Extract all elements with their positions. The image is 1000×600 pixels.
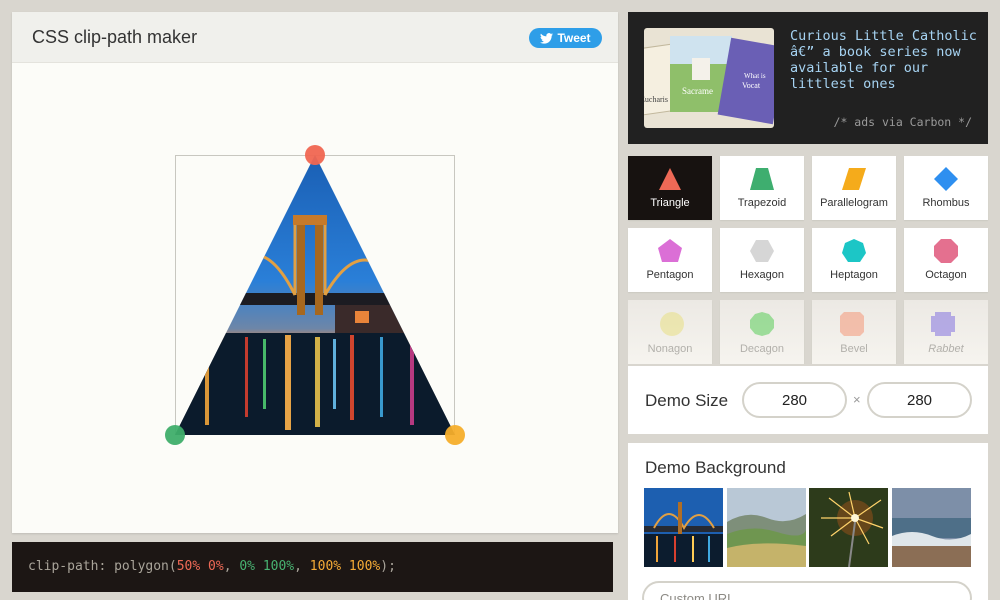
shape-rhombus[interactable]: Rhombus xyxy=(904,156,988,220)
shape-label: Bevel xyxy=(840,343,868,355)
code-separator: , xyxy=(294,559,310,574)
shape-nonagon[interactable]: Nonagon xyxy=(628,300,712,364)
ad-text[interactable]: Curious Little Catholic â€” a book serie… xyxy=(790,28,980,92)
background-sparkler-thumb[interactable] xyxy=(809,488,888,567)
shape-label: Rhombus xyxy=(922,197,970,209)
demo-background-panel: Demo Background xyxy=(628,443,988,600)
ad-book-title: Sacrame xyxy=(682,86,713,96)
demo-background-label: Demo Background xyxy=(645,458,786,477)
code-point-1: 50% 0% xyxy=(176,559,224,574)
shape-parallelogram[interactable]: Parallelogram xyxy=(812,156,896,220)
shape-label: Trapezoid xyxy=(737,197,787,209)
twitter-bird-icon xyxy=(540,32,554,44)
shape-label: Parallelogram xyxy=(820,197,888,209)
ad-book-title: Vocat xyxy=(742,81,761,90)
shape-label: Heptagon xyxy=(830,269,878,281)
editor-header: CSS clip-path maker Tweet xyxy=(12,12,618,63)
tweet-label: Tweet xyxy=(557,31,591,45)
decagon-icon xyxy=(750,312,774,336)
height-input[interactable] xyxy=(867,382,972,418)
parallelogram-icon xyxy=(842,168,866,190)
triangle-icon xyxy=(659,168,681,190)
shape-decagon[interactable]: Decagon xyxy=(720,300,804,364)
code-separator: , xyxy=(223,559,240,574)
shape-rabbet[interactable]: Rabbet xyxy=(904,300,988,364)
pentagon-icon xyxy=(658,239,682,262)
shape-label: Triangle xyxy=(650,197,690,209)
code-property: clip-path: polygon( xyxy=(28,559,177,574)
shape-label: Decagon xyxy=(739,343,785,355)
code-end: ); xyxy=(380,559,396,574)
shape-trapezoid[interactable]: Trapezoid xyxy=(720,156,804,220)
background-hills-thumb[interactable] xyxy=(727,488,806,567)
clip-path-code[interactable]: clip-path: polygon(50% 0%, 0% 100%, 100%… xyxy=(12,542,613,592)
custom-url-input[interactable] xyxy=(642,581,972,600)
code-point-3: 100% 100% xyxy=(309,559,381,574)
shape-row-scroll: Nonagon Decagon Bevel Rabbet xyxy=(628,300,988,364)
rabbet-icon xyxy=(931,312,955,336)
handle-top[interactable] xyxy=(305,145,325,165)
carbon-ad[interactable]: Sacrame Eucharis Vocat What is Curious L… xyxy=(628,12,988,144)
shape-pentagon[interactable]: Pentagon xyxy=(628,228,712,292)
ad-credit[interactable]: /* ads via Carbon */ xyxy=(834,115,972,129)
nonagon-icon xyxy=(660,312,684,336)
shape-hexagon[interactable]: Hexagon xyxy=(720,228,804,292)
shape-triangle[interactable]: Triangle xyxy=(628,156,712,220)
times-sign: × xyxy=(853,392,861,407)
ad-image[interactable]: Sacrame Eucharis Vocat What is xyxy=(644,28,774,128)
app-title: CSS clip-path maker xyxy=(32,27,198,47)
shape-label: Hexagon xyxy=(739,269,785,281)
demo-size-panel: Demo Size × xyxy=(628,366,988,434)
shape-label: Nonagon xyxy=(647,343,693,355)
shape-bevel[interactable]: Bevel xyxy=(812,300,896,364)
shape-heptagon[interactable]: Heptagon xyxy=(812,228,896,292)
bevel-icon xyxy=(840,312,864,336)
handle-bottom-right[interactable] xyxy=(445,425,465,445)
width-input[interactable] xyxy=(742,382,847,418)
code-point-2: 0% 100% xyxy=(239,559,295,574)
hexagon-icon xyxy=(750,240,774,262)
shape-label: Rabbet xyxy=(928,343,964,355)
shape-label: Octagon xyxy=(925,269,967,281)
heptagon-icon xyxy=(842,239,866,262)
octagon-icon xyxy=(934,239,958,263)
rhombus-icon xyxy=(934,167,958,191)
trapezoid-icon xyxy=(750,168,774,190)
tweet-button[interactable]: Tweet xyxy=(529,28,602,48)
ad-book-title: What is xyxy=(744,72,766,80)
demo-size-label: Demo Size xyxy=(645,391,729,410)
editor-panel: CSS clip-path maker Tweet xyxy=(12,12,618,533)
background-bridge-thumb[interactable] xyxy=(644,488,723,567)
shape-label: Pentagon xyxy=(646,269,694,281)
ad-book-title: Eucharis xyxy=(644,95,668,104)
demo-canvas xyxy=(12,64,618,533)
shape-octagon[interactable]: Octagon xyxy=(904,228,988,292)
handle-bottom-left[interactable] xyxy=(165,425,185,445)
background-beach-thumb[interactable] xyxy=(892,488,971,567)
